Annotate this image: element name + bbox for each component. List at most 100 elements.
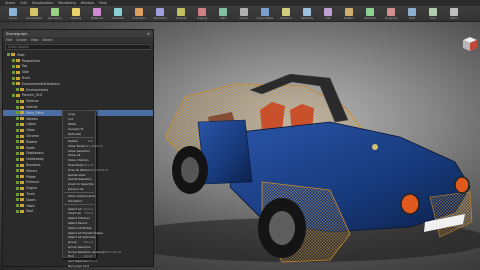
tool-transform-button[interactable]: Transform [277, 6, 295, 22]
tree-row-label: Doors [26, 197, 36, 202]
context-menu-item-label: Group Selection as Group [68, 249, 105, 254]
context-menu-item[interactable]: Select All Nodes [63, 225, 95, 230]
visibility-checkbox[interactable] [16, 192, 20, 196]
visibility-checkbox[interactable] [16, 209, 20, 213]
tool-variants-button[interactable]: Variants [172, 6, 190, 22]
tool-view-button[interactable]: View [403, 6, 421, 22]
visibility-checkbox[interactable] [16, 128, 20, 132]
visibility-checkbox[interactable] [7, 53, 11, 57]
tree-row-label: Chrome [26, 134, 39, 139]
menu-edit[interactable]: Edit [20, 1, 27, 5]
tool-clipping-button[interactable]: Clipping [193, 6, 211, 22]
visibility-checkbox[interactable] [16, 146, 20, 150]
tool-label: Curves [239, 17, 249, 20]
visibility-checkbox[interactable] [16, 122, 20, 126]
context-menu-item[interactable]: Optimize [63, 131, 95, 136]
visibility-checkbox[interactable] [16, 175, 20, 179]
visibility-checkbox[interactable] [11, 59, 15, 63]
tree-row-label: Environments [26, 87, 49, 92]
tool-selection-button[interactable]: Selection [361, 6, 379, 22]
visibility-checkbox[interactable] [16, 169, 20, 173]
visibility-checkbox[interactable] [16, 151, 20, 155]
visibility-checkbox[interactable] [16, 88, 20, 92]
tree-row-label: Underbody [26, 157, 44, 162]
context-menu-item[interactable]: Hide Node Ctrl+H [63, 163, 95, 168]
visibility-checkbox[interactable] [16, 163, 20, 167]
menu-scene[interactable]: Scene [5, 1, 15, 5]
context-menu-item[interactable]: Isolate Selection [63, 177, 95, 182]
close-icon[interactable]: ✕ [147, 32, 150, 36]
scenegraph-menu-select[interactable]: Select [42, 38, 52, 42]
tool-label: Transform [279, 17, 293, 20]
tool-materials-button[interactable]: Materials [88, 6, 106, 22]
variants-icon [177, 8, 185, 16]
tree-row-label: Front [21, 76, 30, 81]
context-menu-item[interactable]: Invert All Ctrl+I [63, 211, 95, 216]
tree-row-label: Side [21, 70, 29, 75]
lighting-icon [72, 8, 80, 16]
visibility-checkbox[interactable] [16, 99, 20, 103]
visibility-checkbox[interactable] [11, 64, 15, 68]
folder-icon [20, 117, 25, 121]
context-menu-item[interactable]: Show Components [63, 194, 95, 199]
scenegraph-menu-create[interactable]: Create [16, 38, 27, 42]
tool-geometry-button[interactable]: Geometry [298, 6, 316, 22]
context-menu-item[interactable]: Transform [63, 199, 95, 204]
menu-rendering[interactable]: Rendering [58, 1, 75, 5]
context-menu-item[interactable]: Group Selection [63, 245, 95, 250]
visibility-checkbox[interactable] [16, 204, 20, 208]
visibility-checkbox[interactable] [16, 117, 20, 121]
tool-visualization-button[interactable]: Visualization [25, 6, 43, 22]
tool-scene-plates-button[interactable]: Scene Plates [256, 6, 274, 22]
navigation-cube-icon[interactable] [462, 36, 478, 52]
tool-curves-button[interactable]: Curves [235, 6, 253, 22]
visibility-checkbox[interactable] [16, 157, 20, 161]
context-menu-item[interactable]: Sort Selection Ctrl+T [63, 259, 98, 264]
visibility-checkbox[interactable] [11, 82, 15, 86]
tool-tools-button[interactable]: Tools [424, 6, 442, 22]
tool-lighting-button[interactable]: Lighting [67, 6, 85, 22]
tool-animation-button[interactable]: Animation [130, 6, 148, 22]
visibility-checkbox[interactable] [16, 111, 20, 115]
context-menu-item[interactable]: Select All Ctrl+A [63, 206, 95, 211]
menu-visualization[interactable]: Visualization [32, 1, 53, 5]
tool-edit-button[interactable]: Edit [319, 6, 337, 22]
visibility-checkbox[interactable] [16, 198, 20, 202]
visibility-checkbox[interactable] [11, 93, 15, 97]
context-menu-item[interactable]: Select All Transformable [63, 230, 103, 235]
visibility-checkbox[interactable] [16, 180, 20, 184]
context-menu-item[interactable]: Show Node Ctrl+Shift+S [63, 143, 103, 148]
context-menu-item-label: Convert To [68, 126, 84, 131]
context-menu-item[interactable]: Select All Switches [63, 235, 95, 240]
scenegraph-title-bar: Scenegraph ✕ [3, 30, 153, 37]
tool-rendering-button[interactable]: Rendering [46, 6, 64, 22]
folder-icon [20, 88, 25, 92]
tree-row-label: Roof [26, 209, 34, 214]
tool-other-button[interactable]: Other [445, 6, 463, 22]
visibility-checkbox[interactable] [16, 134, 20, 138]
scenegraph-menu-view[interactable]: View [31, 38, 39, 42]
visibility-checkbox[interactable] [16, 186, 20, 190]
tree-row-label: Root [17, 52, 25, 57]
tool-scene-button[interactable]: Scene [4, 6, 22, 22]
context-menu-item-label: Select All Transformable [68, 230, 103, 235]
menu-window[interactable]: Window [81, 1, 94, 5]
visibility-checkbox[interactable] [16, 140, 20, 144]
context-menu-item[interactable]: Group Selection as Group Ctrl+Alt+G [63, 249, 121, 254]
visibility-checkbox[interactable] [11, 76, 15, 80]
tool-interaction-button[interactable]: Interaction [151, 6, 169, 22]
context-menu-item-label: Group [68, 240, 77, 245]
context-menu-item[interactable]: Zoom to Selection [63, 182, 95, 187]
visibility-checkbox[interactable] [16, 105, 20, 109]
scenegraph-menu-edit[interactable]: Edit [6, 38, 12, 42]
menu-help[interactable]: Help [99, 1, 107, 5]
tool-sets-button[interactable]: Sets [214, 6, 232, 22]
tool-snapping-button[interactable]: Snapping [382, 6, 400, 22]
tree-row-label: Mirrors [26, 168, 38, 173]
tool-cameras-button[interactable]: Cameras [109, 6, 127, 22]
context-menu-item[interactable]: Expand All [63, 187, 95, 192]
tool-rotation-button[interactable]: Rotation [340, 6, 358, 22]
scenegraph-search-input[interactable]: Quick Search [5, 44, 151, 50]
context-menu-item[interactable]: Hide All Others Ctrl+Shift+H [63, 167, 108, 172]
visibility-checkbox[interactable] [11, 70, 15, 74]
